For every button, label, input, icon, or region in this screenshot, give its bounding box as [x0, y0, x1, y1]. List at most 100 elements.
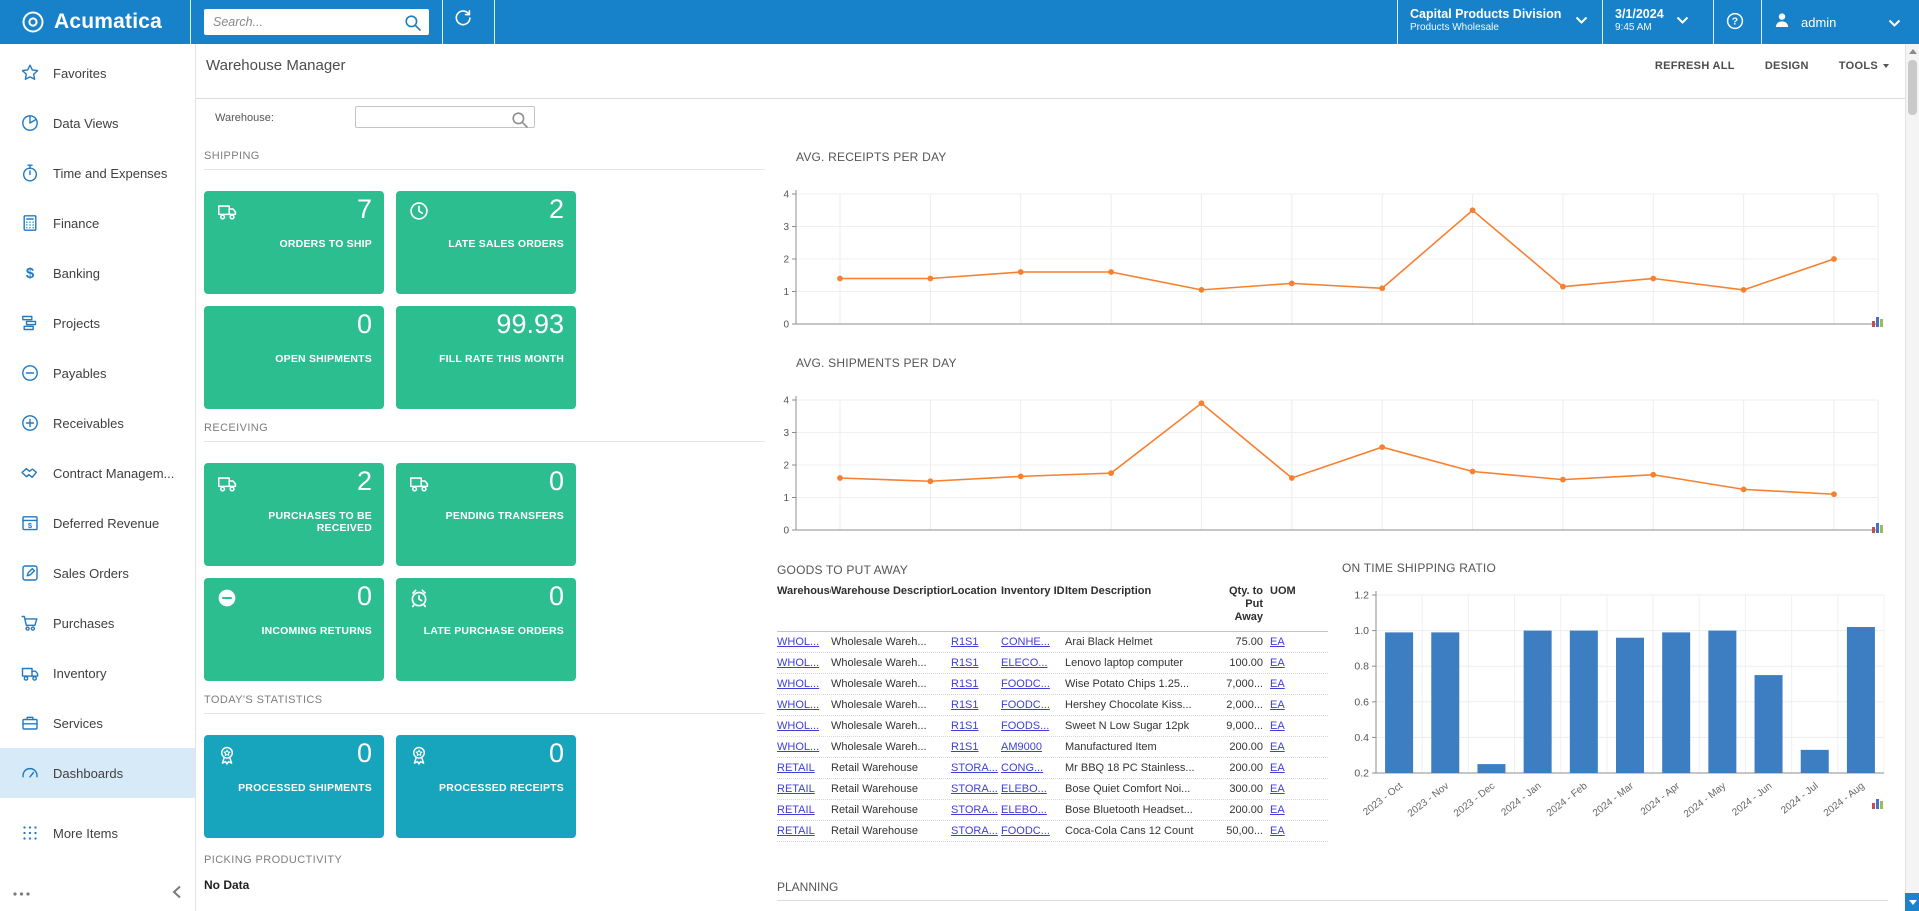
chart-mini-icon[interactable]	[1872, 314, 1886, 326]
topbar-separator	[1602, 0, 1603, 44]
cell-link[interactable]: R1S1	[951, 720, 979, 732]
user-menu[interactable]: admin	[1772, 10, 1836, 35]
overflow-dots-icon[interactable]	[12, 886, 32, 904]
sidebar-item-projects[interactable]: Projects	[0, 298, 195, 348]
scrollbar-thumb[interactable]	[1908, 60, 1917, 115]
table-cell: 200.00	[1198, 762, 1270, 774]
help-icon[interactable]: ?	[1725, 11, 1745, 34]
cell-link[interactable]: STORA...	[951, 762, 998, 774]
kpi-tile-processed-receipts[interactable]: 0PROCESSED RECEIPTS	[396, 735, 576, 838]
chart-mini-icon[interactable]	[1872, 520, 1886, 532]
kpi-tile-open-shipments[interactable]: 0OPEN SHIPMENTS	[204, 306, 384, 409]
cell-link[interactable]: WHOL...	[777, 741, 819, 753]
cell-link[interactable]: FOODC...	[1001, 699, 1050, 711]
user-menu-chevron-down-icon[interactable]	[1888, 15, 1901, 33]
sidebar-item-banking[interactable]: $Banking	[0, 248, 195, 298]
cell-link[interactable]: WHOL...	[777, 720, 819, 732]
chart-mini-icon[interactable]	[1872, 796, 1886, 808]
kpi-tile-incoming-returns[interactable]: 0INCOMING RETURNS	[204, 578, 384, 681]
cell-link[interactable]: WHOL...	[777, 636, 819, 648]
business-date-refresh-icon[interactable]	[453, 8, 473, 31]
kpi-tile-purchases-to-be-received[interactable]: 2PURCHASES TO BE RECEIVED	[204, 463, 384, 566]
sidebar-item-contract-managem[interactable]: Contract Managem...	[0, 448, 195, 498]
sidebar-item-deferred-revenue[interactable]: $Deferred Revenue	[0, 498, 195, 548]
kpi-tile-pending-transfers[interactable]: 0PENDING TRANSFERS	[396, 463, 576, 566]
sidebar-item-time-and-expenses[interactable]: Time and Expenses	[0, 148, 195, 198]
kpi-label: LATE SALES ORDERS	[448, 238, 564, 250]
search-icon[interactable]	[403, 13, 423, 38]
collapse-sidebar-icon[interactable]	[171, 885, 183, 904]
cell-link[interactable]: ELEBO...	[1001, 783, 1047, 795]
cell-link[interactable]: ELECO...	[1001, 657, 1047, 669]
sidebar-item-inventory[interactable]: Inventory	[0, 648, 195, 698]
cell-link[interactable]: RETAIL	[777, 825, 815, 837]
scroll-up-icon[interactable]	[1909, 49, 1917, 54]
cell-link[interactable]: R1S1	[951, 636, 979, 648]
sidebar-item-finance[interactable]: Finance	[0, 198, 195, 248]
cell-link[interactable]: FOODC...	[1001, 678, 1050, 690]
acumatica-logo[interactable]: Acumatica	[20, 0, 162, 44]
cell-link[interactable]: EA	[1270, 762, 1285, 774]
cell-link[interactable]: EA	[1270, 804, 1285, 816]
cell-link[interactable]: RETAIL	[777, 804, 815, 816]
cell-link[interactable]: R1S1	[951, 657, 979, 669]
sidebar-item-data-views[interactable]: Data Views	[0, 98, 195, 148]
vertical-scrollbar[interactable]	[1905, 44, 1919, 911]
cell-link[interactable]: FOODS...	[1001, 720, 1049, 732]
cell-link[interactable]: WHOL...	[777, 678, 819, 690]
cell-link[interactable]: EA	[1270, 825, 1285, 837]
refresh-all-button[interactable]: REFRESH ALL	[1655, 60, 1735, 72]
cell-link[interactable]: STORA...	[951, 825, 998, 837]
cell-link[interactable]: WHOL...	[777, 657, 819, 669]
sidebar-item-services[interactable]: Services	[0, 698, 195, 748]
sidebar-item-label: Payables	[53, 366, 106, 381]
sidebar-item-purchases[interactable]: Purchases	[0, 598, 195, 648]
search-input[interactable]	[204, 9, 429, 35]
kpi-value: 0	[549, 738, 564, 769]
cell-link[interactable]: EA	[1270, 741, 1285, 753]
cell-link[interactable]: ELEBO...	[1001, 804, 1047, 816]
svg-text:1: 1	[783, 287, 789, 298]
cell-link[interactable]: FOODC...	[1001, 825, 1050, 837]
lookup-icon[interactable]	[510, 110, 530, 135]
cell-link[interactable]: EA	[1270, 657, 1285, 669]
sidebar-item-payables[interactable]: Payables	[0, 348, 195, 398]
kpi-tile-fill-rate-this-month[interactable]: 99.93FILL RATE THIS MONTH	[396, 306, 576, 409]
table-cell: R1S1	[951, 678, 1001, 690]
cell-link[interactable]: EA	[1270, 636, 1285, 648]
cell-link[interactable]: EA	[1270, 678, 1285, 690]
kpi-tile-late-sales-orders[interactable]: 2LATE SALES ORDERS	[396, 191, 576, 294]
sidebar-item-sales-orders[interactable]: Sales Orders	[0, 548, 195, 598]
cell-link[interactable]: RETAIL	[777, 762, 815, 774]
cell-link[interactable]: EA	[1270, 699, 1285, 711]
cell-link[interactable]: R1S1	[951, 741, 979, 753]
cell-link[interactable]: R1S1	[951, 699, 979, 711]
sidebar-item-favorites[interactable]: Favorites	[0, 48, 195, 98]
table-cell: Wholesale Wareh...	[831, 657, 951, 669]
cell-link[interactable]: EA	[1270, 720, 1285, 732]
business-date-selector[interactable]: 3/1/2024 9:45 AM	[1615, 7, 1689, 34]
company-selector[interactable]: Capital Products Division Products Whole…	[1410, 7, 1588, 34]
cell-link[interactable]: CONHE...	[1001, 636, 1050, 648]
kpi-tile-late-purchase-orders[interactable]: 0LATE PURCHASE ORDERS	[396, 578, 576, 681]
scroll-down-button[interactable]	[1905, 893, 1919, 911]
column-header-label: Qty. to Put Away	[1225, 585, 1263, 624]
cell-link[interactable]: CONG...	[1001, 762, 1043, 774]
sidebar-item-dashboards[interactable]: Dashboards	[0, 748, 195, 798]
cell-link[interactable]: WHOL...	[777, 699, 819, 711]
cell-link[interactable]: STORA...	[951, 783, 998, 795]
kpi-tile-orders-to-ship[interactable]: 7ORDERS TO SHIP	[204, 191, 384, 294]
design-button[interactable]: DESIGN	[1765, 60, 1809, 72]
cell-link[interactable]: STORA...	[951, 804, 998, 816]
cell-link[interactable]: EA	[1270, 783, 1285, 795]
dollar-icon: $	[20, 263, 40, 283]
cell-link[interactable]: R1S1	[951, 678, 979, 690]
sidebar-item-more-items[interactable]: More Items	[0, 808, 195, 858]
sidebar-item-receivables[interactable]: Receivables	[0, 398, 195, 448]
tools-button[interactable]: TOOLS	[1839, 60, 1889, 72]
cell-link[interactable]: AM9000	[1001, 741, 1042, 753]
warehouse-input[interactable]	[356, 107, 534, 127]
kpi-tile-processed-shipments[interactable]: 0PROCESSED SHIPMENTS	[204, 735, 384, 838]
cell-link[interactable]: RETAIL	[777, 783, 815, 795]
section-title: RECEIVING	[204, 422, 765, 434]
